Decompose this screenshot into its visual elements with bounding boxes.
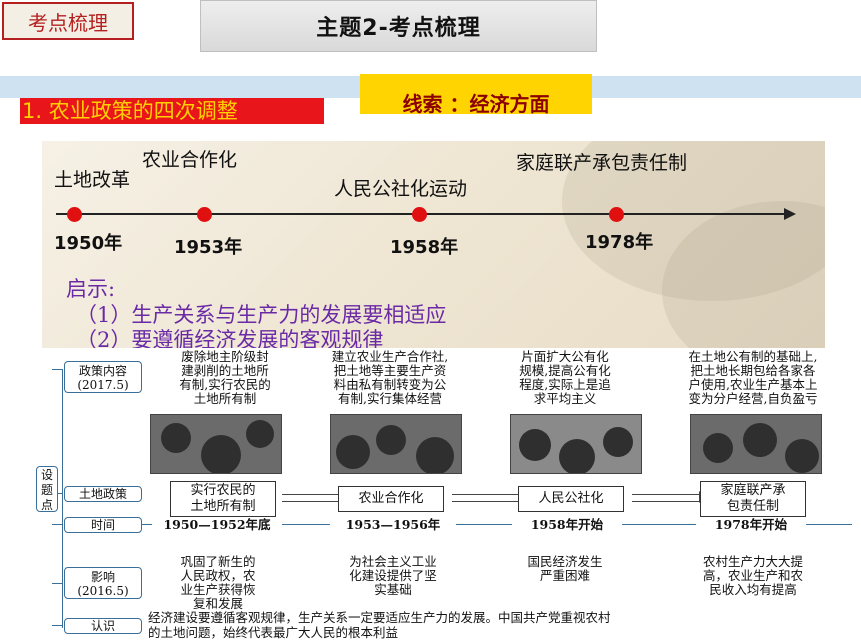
year-1958: 1958年 bbox=[390, 237, 459, 258]
policy-content: 片面扩大公有化 规模,提高公有化 程度,实际上是追 求平均主义 bbox=[519, 349, 611, 406]
timeline-dot bbox=[67, 207, 82, 222]
land-policy-box: 人民公社化 bbox=[518, 486, 624, 512]
insight-item: （2）要遵循经济发展的客观规律 bbox=[76, 328, 384, 348]
time-range: 1978年开始 bbox=[696, 518, 806, 532]
timeline-slide: 土地改革 农业合作化 人民公社化运动 家庭联产承包责任制 1950年 1953年… bbox=[42, 141, 825, 348]
row-label-policy: 政策内容 (2017.5) bbox=[64, 361, 142, 393]
recognition-text: 的土地问题，始终代表最广大人民的根本利益 bbox=[148, 626, 399, 640]
time-range: 1958年开始 bbox=[512, 518, 622, 532]
historical-photo bbox=[150, 414, 282, 474]
row-label-impact-year: (2016.5) bbox=[77, 584, 129, 598]
year-1978: 1978年 bbox=[585, 232, 654, 253]
timeline-arrow bbox=[784, 208, 796, 220]
policy-table: 设题点 政策内容 (2017.5) 土地政策 时间 影响 (2016.5) 认识… bbox=[0, 348, 861, 642]
row-label-policy-text: 政策内容 bbox=[78, 364, 127, 378]
arrow-right-icon bbox=[632, 491, 706, 503]
row-label-policy-year: (2017.5) bbox=[77, 378, 129, 392]
land-policy-box: 实行农民的 土地所有制 bbox=[170, 481, 276, 517]
time-range: 1950—1952年底 bbox=[152, 518, 282, 532]
year-1950: 1950年 bbox=[54, 233, 123, 254]
event-cooperative: 农业合作化 bbox=[142, 149, 238, 171]
connector-line bbox=[52, 369, 63, 370]
event-household-responsibility: 家庭联产承包责任制 bbox=[516, 152, 688, 174]
historical-photo bbox=[510, 414, 642, 474]
impact-text: 国民经济发生 严重困难 bbox=[527, 554, 603, 583]
topic-tag: 考点梳理 bbox=[2, 2, 134, 40]
arrow-right-icon bbox=[452, 491, 526, 503]
timeline-dot bbox=[197, 207, 212, 222]
row-label-recognition: 认识 bbox=[64, 618, 142, 634]
connector-line bbox=[52, 524, 63, 525]
connector-line bbox=[52, 583, 63, 584]
year-1953: 1953年 bbox=[174, 237, 243, 258]
connector-line bbox=[62, 369, 63, 628]
clue-label: 线索 ：经济方面 bbox=[360, 74, 592, 114]
policy-content: 建立农业生产合作社, 把土地等主要生产资 料由私有制转变为公 有制,实行集体经营 bbox=[331, 349, 449, 406]
row-label-time: 时间 bbox=[64, 517, 142, 533]
impact-text: 巩固了新生的 人民政权，农 业生产获得恢 复和发展 bbox=[180, 554, 256, 611]
side-label: 设题点 bbox=[36, 466, 58, 512]
land-policy-box: 农业合作化 bbox=[338, 486, 444, 512]
event-land-reform: 土地改革 bbox=[54, 169, 131, 191]
policy-content: 在土地公有制的基础上, 把土地长期包给各家各 户使用,农业生产基本上 变为分户经… bbox=[688, 349, 818, 406]
row-label-impact-text: 影响 bbox=[90, 570, 115, 584]
land-policy-box: 家庭联产承 包责任制 bbox=[700, 481, 806, 517]
timeline-dot bbox=[412, 207, 427, 222]
impact-text: 为社会主义工业 化建设提供了坚 实基础 bbox=[349, 554, 437, 597]
section-heading: 1. 农业政策的四次调整 bbox=[20, 98, 324, 124]
impact-text: 农村生产力大大提 高，农业生产和农 民收入均有提高 bbox=[702, 554, 803, 597]
row-label-land: 土地政策 bbox=[64, 486, 142, 502]
event-commune: 人民公社化运动 bbox=[334, 178, 468, 200]
historical-photo bbox=[690, 414, 822, 474]
historical-photo bbox=[330, 414, 462, 474]
row-label-impact: 影响 (2016.5) bbox=[64, 567, 142, 599]
page-title: 主题2-考点梳理 bbox=[200, 0, 597, 52]
recognition-text: 经济建设要遵循客观规律，生产关系一定要适应生产力的发展。中国共产党重视农村 bbox=[148, 611, 611, 625]
connector-line bbox=[52, 625, 63, 626]
time-range: 1953—1956年 bbox=[330, 518, 456, 532]
timeline-dot bbox=[609, 207, 624, 222]
policy-content: 废除地主阶级封 建剥削的土地所 有制,实行农民的 土地所有制 bbox=[179, 349, 271, 406]
